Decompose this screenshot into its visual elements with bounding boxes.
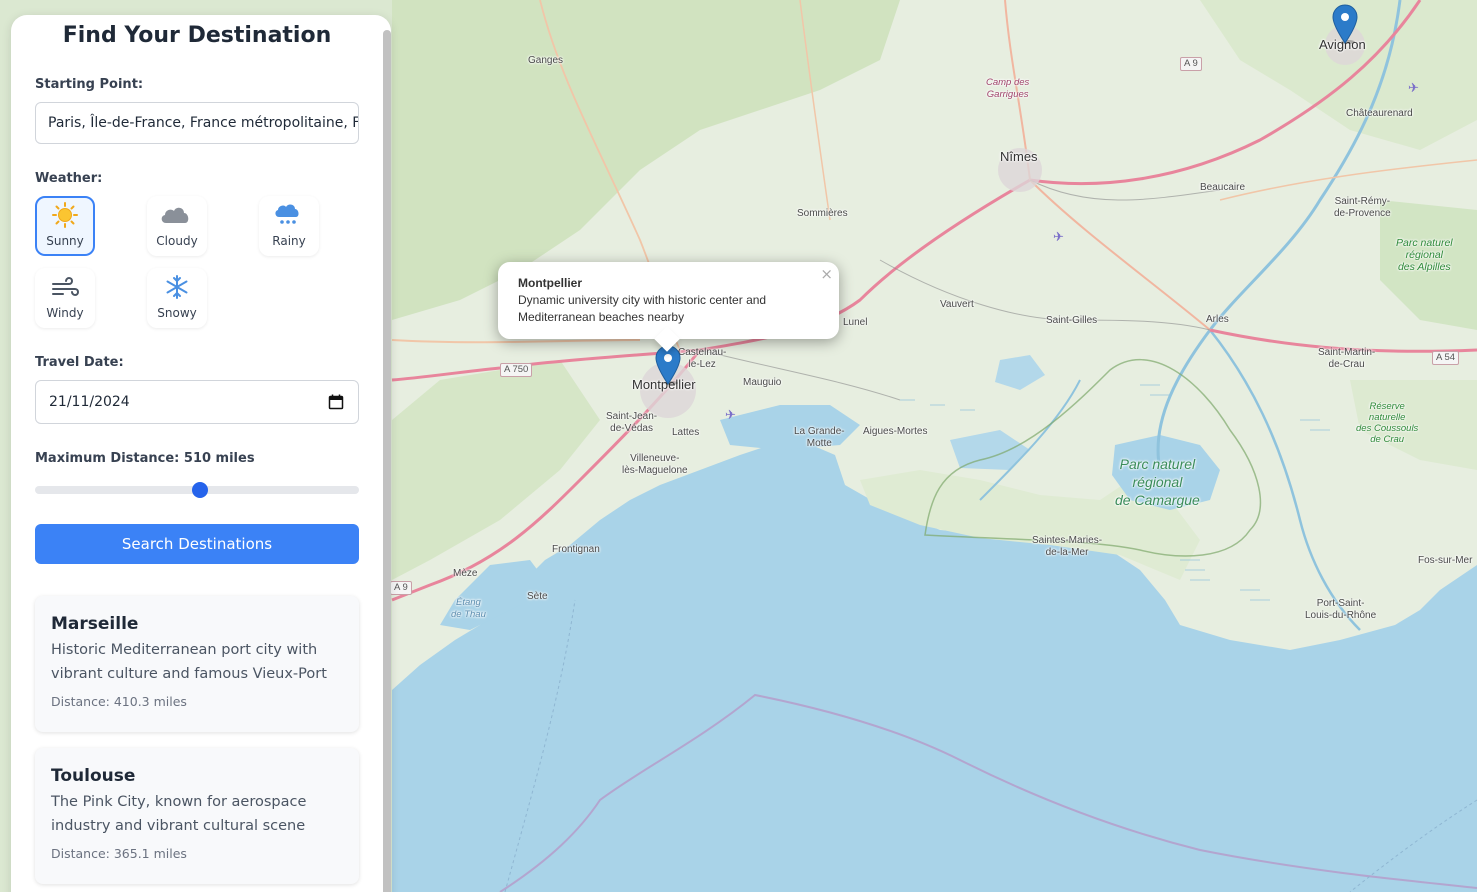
- starting-point-value: Paris, Île-de-France, France métropolita…: [48, 115, 359, 131]
- weather-label: Weather:: [35, 171, 103, 186]
- max-distance-slider[interactable]: [35, 482, 359, 498]
- map-label-port-saint-louis: Port-Saint- Louis-du-Rhône: [1305, 598, 1377, 621]
- popup-title: Montpellier: [518, 276, 583, 290]
- destination-distance: Distance: 410.3 miles: [51, 694, 187, 709]
- sun-icon: [52, 202, 78, 228]
- wind-icon: [52, 276, 79, 297]
- sidebar-scrollbar[interactable]: [383, 30, 391, 892]
- road-shield-a9: A 9: [1180, 57, 1202, 71]
- map-label-lunel: Lunel: [843, 317, 868, 328]
- map-label-saint-remy: Saint-Rémy- de-Provence: [1334, 196, 1391, 219]
- map-label-saint-martin: Saint-Martin- de-Crau: [1318, 347, 1376, 370]
- weather-option-windy[interactable]: Windy: [35, 268, 95, 328]
- snowflake-icon: [166, 275, 188, 299]
- map-label-castelnau: Castelnau- le-Lez: [678, 347, 727, 370]
- weather-option-label: Rainy: [272, 234, 306, 248]
- map-label-mauguio: Mauguio: [743, 377, 782, 388]
- map-label-alpilles: Parc naturel régional des Alpilles: [1396, 237, 1453, 273]
- slider-thumb[interactable]: [192, 482, 209, 498]
- road-shield-a54: A 54: [1432, 351, 1460, 365]
- airport-icon: ✈: [1408, 81, 1419, 96]
- map-label-frontignan: Frontignan: [552, 544, 600, 555]
- map-label-saint-jean: Saint-Jean- de-Védas: [606, 411, 658, 434]
- airport-icon: ✈: [725, 408, 736, 423]
- map-label-thau: Étang de Thau: [451, 597, 486, 620]
- search-sidebar: Find Your Destination Starting Point: Pa…: [11, 15, 391, 892]
- airport-icon: ✈: [1053, 230, 1064, 245]
- map-label-vauvert: Vauvert: [940, 299, 974, 310]
- map-label-la-grande-motte: La Grande- Motte: [794, 426, 845, 449]
- travel-date-label: Travel Date:: [35, 355, 124, 370]
- calendar-icon[interactable]: [328, 394, 344, 410]
- map-label-lattes: Lattes: [672, 427, 700, 438]
- map-marker-montpellier[interactable]: [655, 345, 681, 385]
- map-label-saint-gilles: Saint-Gilles: [1046, 315, 1098, 326]
- map-label-aigues-mortes: Aigues-Mortes: [863, 426, 928, 437]
- map-label-saintes-maries: Saintes-Maries- de-la-Mer: [1032, 535, 1103, 558]
- page-title: Find Your Destination: [62, 23, 332, 48]
- map-label-meze: Mèze: [453, 568, 478, 579]
- map-label-coussouls: Réserve naturelle des Coussouls de Crau: [1356, 401, 1419, 445]
- map-label-ganges: Ganges: [528, 55, 564, 66]
- starting-point-label: Starting Point:: [35, 77, 144, 92]
- road-shield-a750: A 750: [500, 363, 533, 377]
- road-shield-a9-left: A 9: [390, 581, 412, 595]
- map-label-villeneuve: Villeneuve- lès-Maguelone: [622, 453, 688, 476]
- map-label-sete: Sète: [527, 591, 548, 602]
- weather-option-cloudy[interactable]: Cloudy: [147, 196, 207, 256]
- map-label-arles: Arles: [1206, 314, 1229, 325]
- destination-name: Toulouse: [51, 766, 136, 786]
- weather-option-rainy[interactable]: Rainy: [259, 196, 319, 256]
- starting-point-input[interactable]: Paris, Île-de-France, France métropolita…: [35, 102, 359, 144]
- map-label-sommieres: Sommières: [797, 208, 848, 219]
- weather-option-label: Sunny: [46, 234, 84, 248]
- destination-card-marseille[interactable]: Marseille Historic Mediterranean port ci…: [35, 596, 359, 732]
- travel-date-value: 21/11/2024: [49, 394, 130, 410]
- map-label-chateaurenard: Châteaurenard: [1346, 108, 1413, 119]
- max-distance-label: Maximum Distance: 510 miles: [35, 451, 255, 466]
- weather-option-snowy[interactable]: Snowy: [147, 268, 207, 328]
- travel-date-input[interactable]: 21/11/2024: [35, 380, 359, 424]
- destination-description: The Pink City, known for aerospace indus…: [51, 794, 307, 834]
- popup-description: Dynamic university city with historic ce…: [518, 293, 767, 324]
- map-label-beaucaire: Beaucaire: [1200, 182, 1246, 193]
- map-label-fos: Fos-sur-Mer: [1418, 555, 1473, 566]
- map-label-nimes: Nîmes: [1000, 149, 1038, 164]
- search-destinations-button[interactable]: Search Destinations: [35, 524, 359, 564]
- map-popup: Montpellier Dynamic university city with…: [498, 262, 839, 339]
- destination-distance: Distance: 365.1 miles: [51, 846, 187, 861]
- destination-name: Marseille: [51, 614, 139, 634]
- weather-option-label: Snowy: [157, 306, 197, 320]
- cloud-icon: [161, 207, 189, 223]
- weather-option-label: Cloudy: [156, 234, 198, 248]
- map-label-garrigues: Camp des Garrigues: [986, 77, 1030, 100]
- map-label-camargue: Parc naturel régional de Camargue: [1115, 456, 1200, 508]
- rain-cloud-icon: [275, 204, 299, 224]
- destination-description: Historic Mediterranean port city with vi…: [51, 642, 327, 682]
- map-marker-avignon[interactable]: [1332, 4, 1358, 44]
- weather-option-label: Windy: [46, 306, 84, 320]
- weather-option-sunny[interactable]: Sunny: [35, 196, 95, 256]
- popup-close-button[interactable]: ×: [820, 265, 833, 283]
- destination-card-toulouse[interactable]: Toulouse The Pink City, known for aerosp…: [35, 748, 359, 884]
